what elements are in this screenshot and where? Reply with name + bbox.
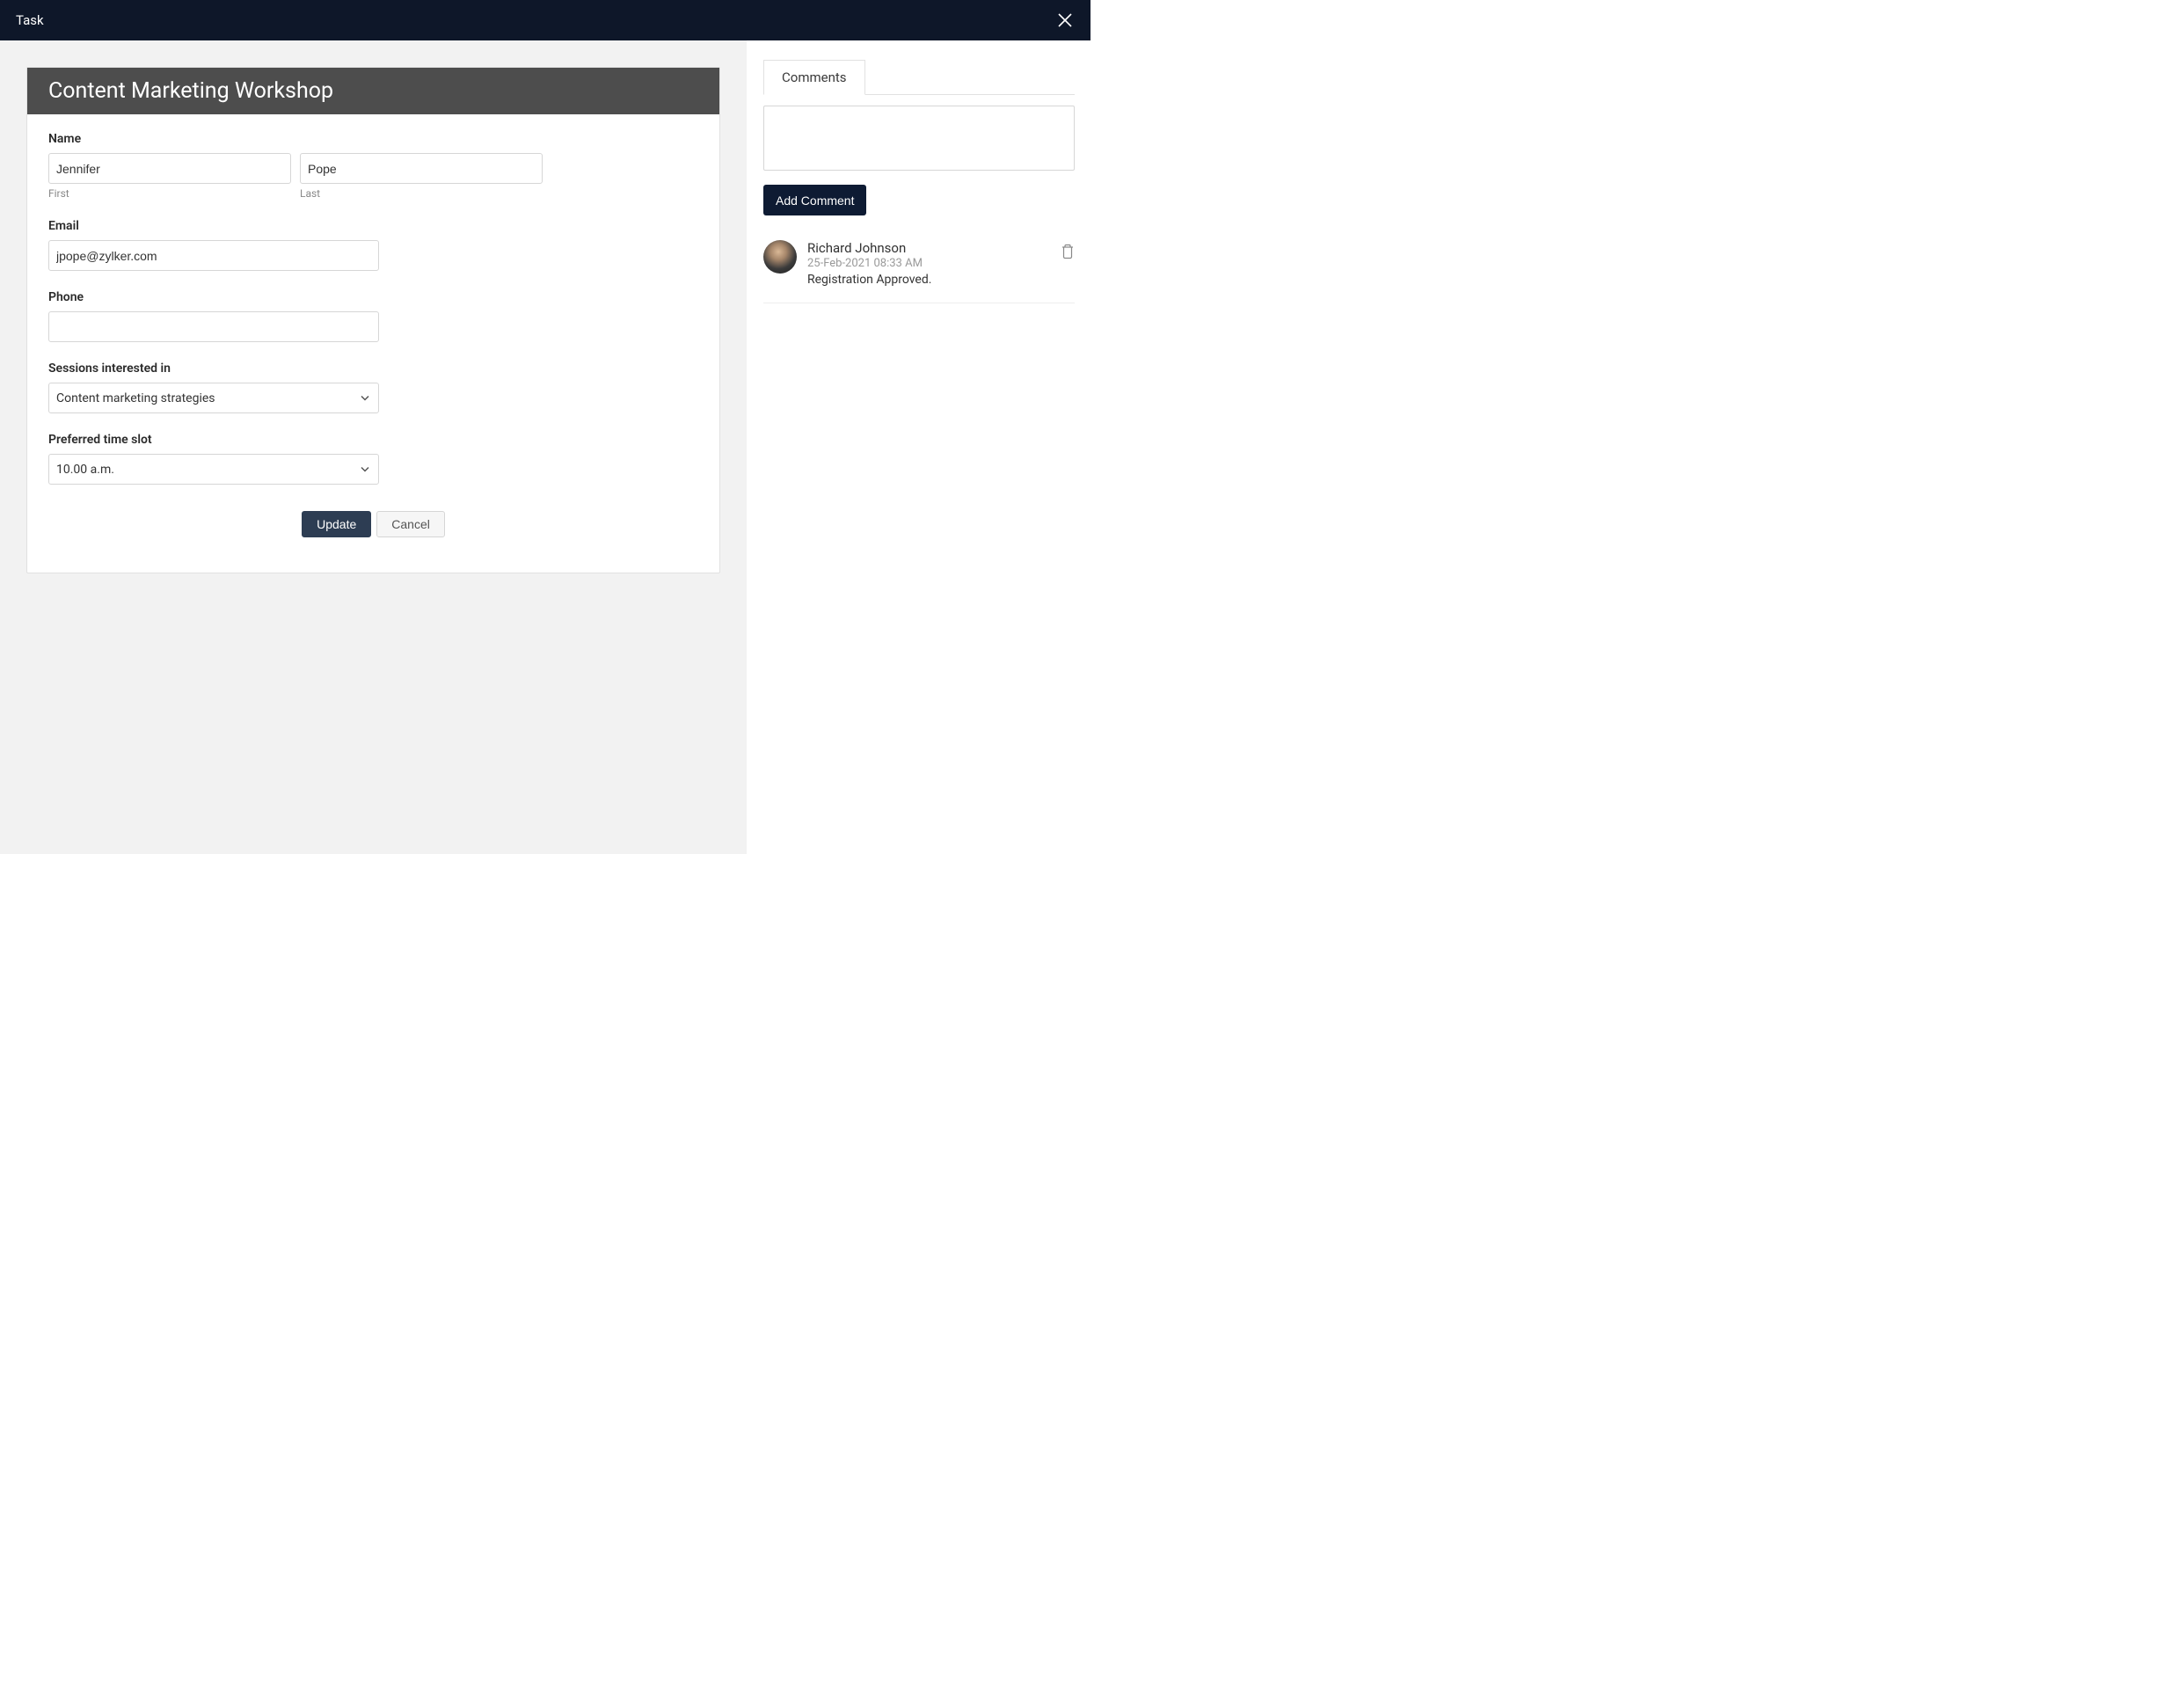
last-name-input[interactable] bbox=[300, 153, 543, 184]
comment-author: Richard Johnson bbox=[807, 240, 1050, 256]
form-title: Content Marketing Workshop bbox=[27, 68, 719, 114]
phone-input[interactable] bbox=[48, 311, 379, 342]
name-label: Name bbox=[48, 132, 698, 146]
first-name-sublabel: First bbox=[48, 187, 291, 200]
comment-input[interactable] bbox=[763, 106, 1075, 171]
tabs: Comments bbox=[763, 60, 1075, 95]
sessions-group: Sessions interested in Content marketing… bbox=[48, 361, 698, 413]
name-row: First Last bbox=[48, 153, 698, 200]
comment-text: Registration Approved. bbox=[807, 273, 1050, 287]
email-label: Email bbox=[48, 219, 698, 233]
last-name-col: Last bbox=[300, 153, 543, 200]
name-group: Name First Last bbox=[48, 132, 698, 200]
timeslot-select[interactable]: 10.00 a.m. bbox=[48, 454, 379, 485]
first-name-col: First bbox=[48, 153, 291, 200]
first-name-input[interactable] bbox=[48, 153, 291, 184]
timeslot-select-value: 10.00 a.m. bbox=[56, 463, 114, 477]
sessions-select-value: Content marketing strategies bbox=[56, 391, 215, 405]
timeslot-group: Preferred time slot 10.00 a.m. bbox=[48, 433, 698, 485]
update-button[interactable]: Update bbox=[302, 511, 371, 537]
left-pane: Content Marketing Workshop Name First La… bbox=[0, 40, 748, 854]
last-name-sublabel: Last bbox=[300, 187, 543, 200]
form-buttons: Update Cancel bbox=[48, 511, 698, 537]
email-group: Email bbox=[48, 219, 698, 271]
close-icon bbox=[1057, 12, 1073, 28]
form-body: Name First Last Email bbox=[27, 114, 719, 573]
close-button[interactable] bbox=[1055, 11, 1075, 30]
tab-comments[interactable]: Comments bbox=[763, 60, 865, 95]
comment-date: 25-Feb-2021 08:33 AM bbox=[807, 257, 1050, 270]
sessions-select[interactable]: Content marketing strategies bbox=[48, 383, 379, 413]
timeslot-select-wrap: 10.00 a.m. bbox=[48, 454, 379, 485]
modal-title: Task bbox=[16, 12, 44, 28]
phone-label: Phone bbox=[48, 290, 698, 304]
cancel-button[interactable]: Cancel bbox=[376, 511, 445, 537]
timeslot-label: Preferred time slot bbox=[48, 433, 698, 447]
comment-list: Richard Johnson 25-Feb-2021 08:33 AM Reg… bbox=[763, 240, 1075, 303]
avatar bbox=[763, 240, 797, 274]
trash-icon bbox=[1061, 244, 1075, 259]
comments-pane: Comments Add Comment Richard Johnson 25-… bbox=[748, 40, 1090, 854]
phone-group: Phone bbox=[48, 290, 698, 342]
modal-header: Task bbox=[0, 0, 1090, 40]
sessions-select-wrap: Content marketing strategies bbox=[48, 383, 379, 413]
comment-content: Richard Johnson 25-Feb-2021 08:33 AM Reg… bbox=[807, 240, 1050, 287]
add-comment-button[interactable]: Add Comment bbox=[763, 185, 866, 215]
email-input[interactable] bbox=[48, 240, 379, 271]
comment-item: Richard Johnson 25-Feb-2021 08:33 AM Reg… bbox=[763, 240, 1075, 303]
content-area: Content Marketing Workshop Name First La… bbox=[0, 40, 1090, 854]
sessions-label: Sessions interested in bbox=[48, 361, 698, 376]
delete-comment-button[interactable] bbox=[1061, 244, 1075, 263]
form-card: Content Marketing Workshop Name First La… bbox=[26, 67, 720, 573]
